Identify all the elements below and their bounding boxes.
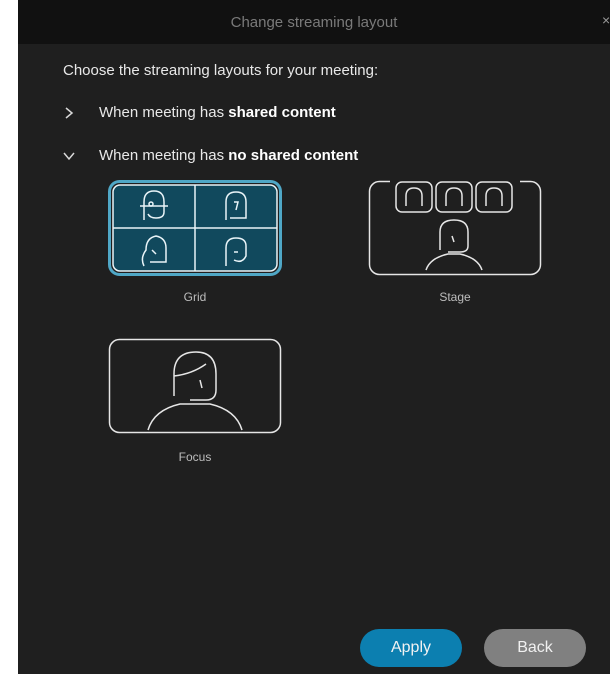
section-label-prefix: When meeting has: [99, 104, 229, 121]
layout-grid-label: Grid: [183, 290, 207, 304]
layout-grid-card[interactable]: [108, 180, 282, 276]
close-icon[interactable]: ×: [602, 13, 610, 27]
change-layout-dialog: Change streaming layout × Choose the str…: [18, 0, 610, 674]
section-label-prefix: When meeting has: [99, 147, 229, 164]
layout-focus-label: Focus: [178, 450, 212, 464]
section-shared-content[interactable]: When meeting has shared content: [63, 104, 336, 121]
focus-layout-icon: [108, 338, 282, 434]
layout-focus-card[interactable]: [108, 338, 282, 434]
chevron-down-icon: [63, 150, 75, 162]
grid-layout-icon: [108, 180, 282, 276]
stage-layout-icon: [368, 180, 542, 276]
layout-stage-card[interactable]: [368, 180, 542, 276]
dialog-titlebar: Change streaming layout ×: [18, 0, 610, 44]
back-button[interactable]: Back: [484, 629, 586, 667]
layout-stage-label: Stage: [439, 290, 471, 304]
apply-button[interactable]: Apply: [360, 629, 462, 667]
section-label-bold: shared content: [228, 104, 336, 121]
chevron-right-icon: [63, 106, 75, 119]
intro-text: Choose the streaming layouts for your me…: [63, 62, 379, 79]
section-no-shared-content[interactable]: When meeting has no shared content: [63, 147, 358, 164]
dialog-title: Change streaming layout: [230, 13, 398, 31]
section-label-bold: no shared content: [228, 147, 359, 164]
